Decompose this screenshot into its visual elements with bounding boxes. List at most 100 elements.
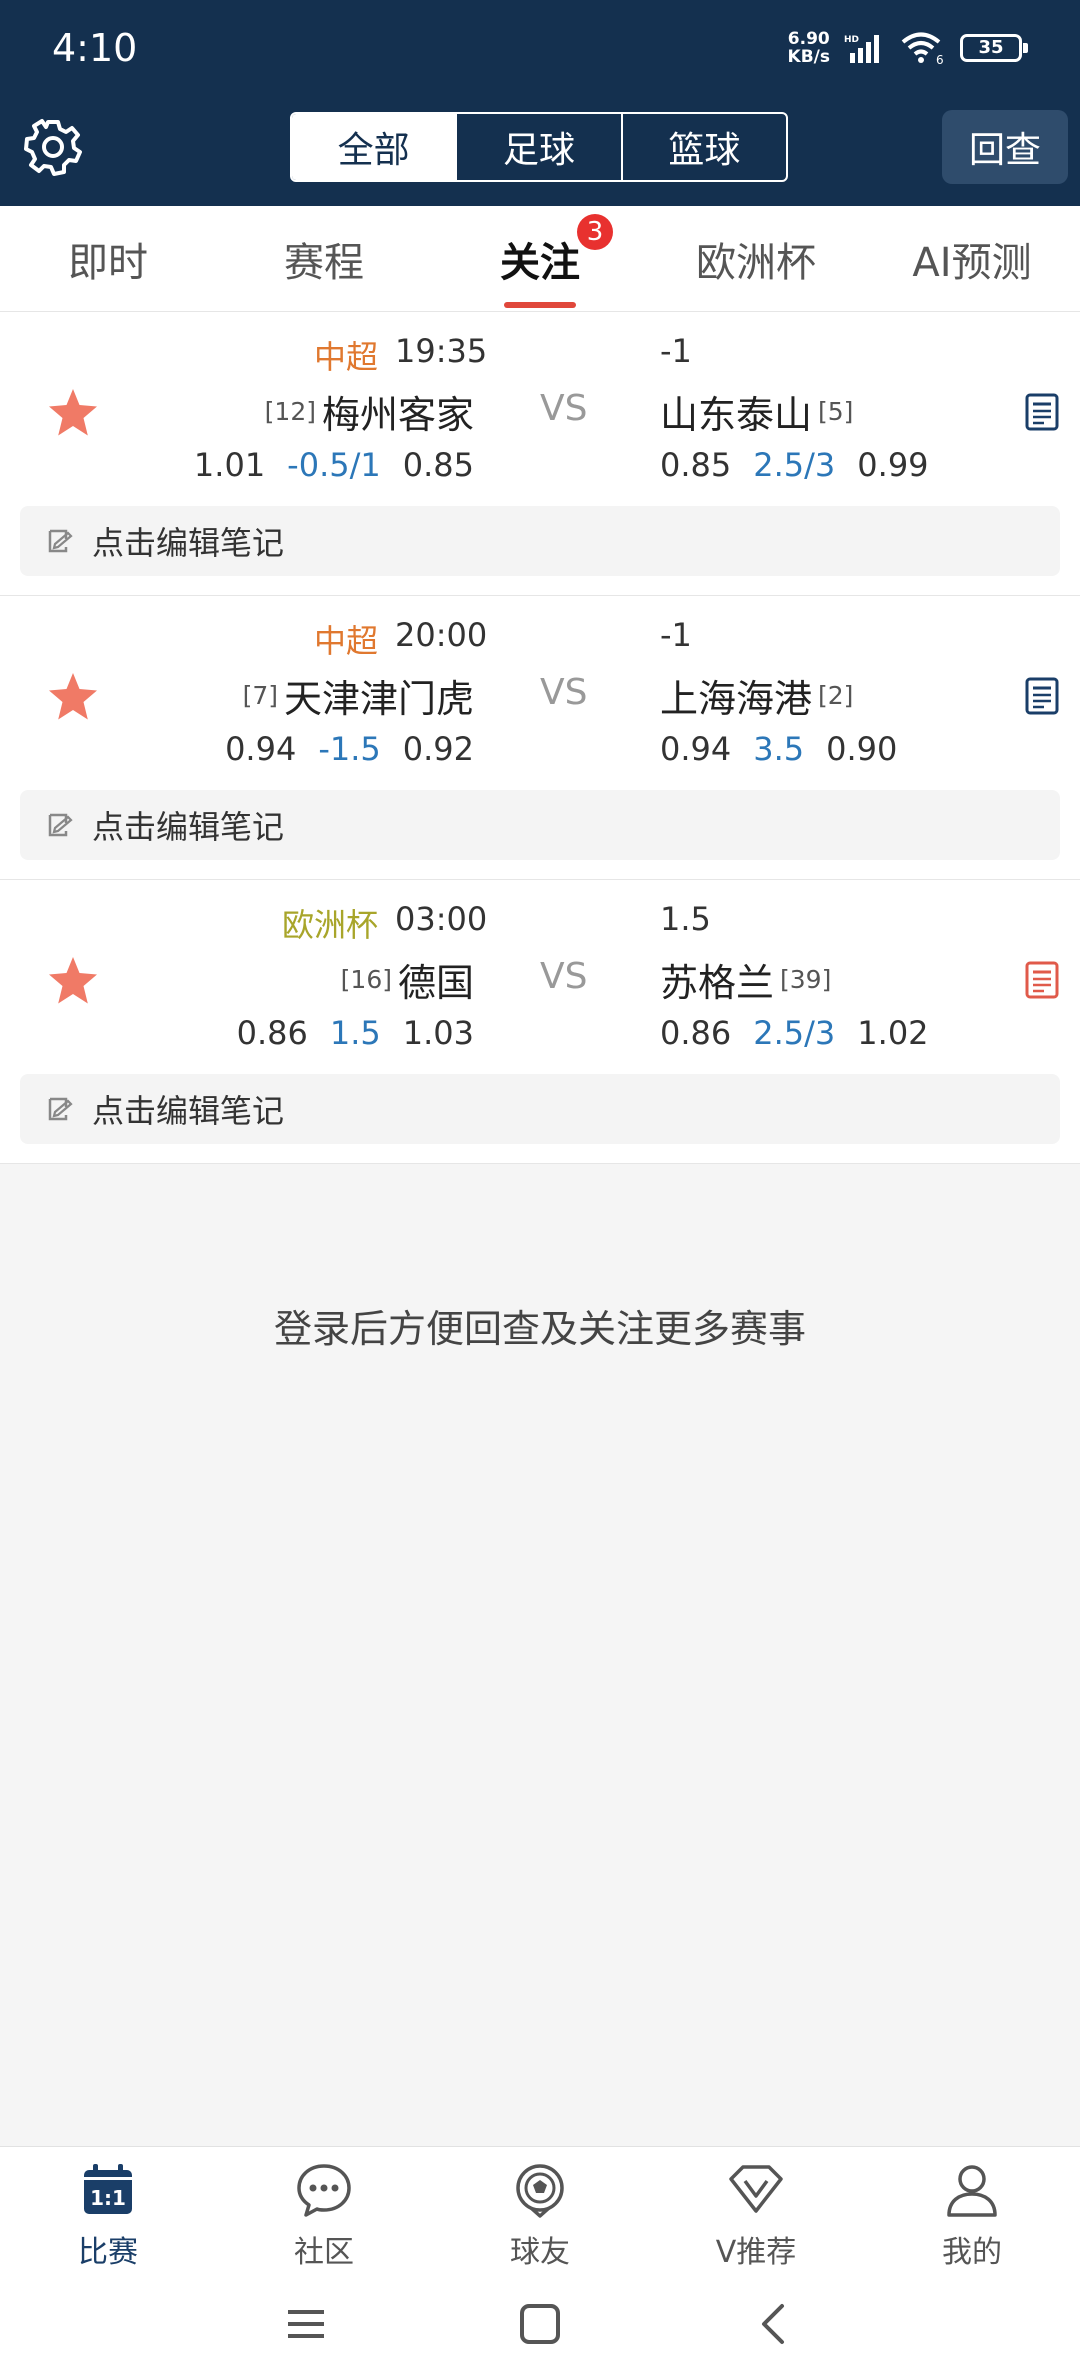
tab-label: 欧洲杯 [696,240,816,286]
nav-label: 社区 [294,2235,354,2270]
calendar-icon: 1:1 [84,2164,132,2214]
tab-ai-prediction[interactable]: AI预测 [864,206,1080,312]
gear-icon[interactable] [22,115,84,177]
tab-active-indicator [504,302,576,308]
odds-value: 0.92 [402,730,474,768]
tab-follow[interactable]: 关注 3 [432,206,648,312]
away-rank: [5] [818,397,854,426]
vs-label: VS [540,956,588,997]
match-card[interactable]: 中超 19:35 -1 [12] 梅州客家 VS 山东泰山 [5] 1.01 -… [0,312,1080,596]
segment-all[interactable]: 全部 [292,114,458,180]
nav-matches[interactable]: 1:1 比赛 [0,2161,216,2271]
net-speed-value: 6.90 [787,29,830,49]
user-icon [947,2165,997,2217]
nav-friends[interactable]: 球友 [432,2161,648,2271]
home-team-name: 德国 [397,961,474,1005]
nav-v-recommend[interactable]: V推荐 [648,2161,864,2271]
league-name: 欧洲杯 [281,906,378,944]
edit-note-icon [48,529,73,553]
odds-line: 3.5 [753,730,805,768]
home-team-name: 梅州客家 [321,393,474,437]
menu-icon[interactable] [276,2294,336,2354]
nav-label: 球友 [510,2235,570,2270]
nav-label: 我的 [942,2235,1002,2270]
vs-label: VS [540,388,588,429]
back-icon[interactable] [744,2294,804,2354]
odds-line: -0.5/1 [287,446,381,484]
odds-value: 1.01 [193,446,266,484]
handicap-value: -1 [660,616,692,654]
analysis-doc-icon[interactable] [1024,676,1060,716]
review-button[interactable]: 回查 [942,110,1068,184]
odds-value: 0.86 [236,1014,308,1052]
away-team: 上海海港 [2] [660,668,853,723]
analysis-doc-icon[interactable] [1024,960,1060,1000]
home-team: [16] 德国 [341,952,474,1007]
status-icons: 6.90 KB/s HD 6 35 [787,29,1028,66]
edit-note-icon [48,813,73,837]
nav-profile[interactable]: 我的 [864,2161,1080,2271]
match-card[interactable]: 欧洲杯 03:00 1.5 [16] 德国 VS 苏格兰 [39] 0.86 1… [0,880,1080,1164]
edit-note-label: 点击编辑笔记 [92,1092,285,1130]
handicap-value: -1 [660,332,692,370]
battery-indicator: 35 [960,34,1028,62]
nav-label: V推荐 [715,2235,797,2270]
odds-line: 2.5/3 [753,1014,836,1052]
home-rank: [12] [264,397,316,426]
odds-line: 1.5 [329,1014,381,1052]
wifi-icon: 6 [901,32,944,65]
match-list: 中超 19:35 -1 [12] 梅州客家 VS 山东泰山 [5] 1.01 -… [0,312,1080,1164]
tab-label: 赛程 [284,240,364,286]
edit-note-label: 点击编辑笔记 [92,808,285,846]
home-team: [12] 梅州客家 [265,384,474,439]
app-header: 4:10 6.90 KB/s HD 6 35 全部 足球 篮球 回查 [0,0,1080,206]
home-square-icon[interactable] [510,2294,570,2354]
away-rank: [39] [780,965,832,994]
diamond-icon [729,2165,783,2213]
login-hint[interactable]: 登录后方便回查及关注更多赛事 [0,1298,1080,1353]
away-team-name: 上海海港 [660,677,813,721]
edit-note-button[interactable]: 点击编辑笔记 [20,1074,1060,1144]
vs-label: VS [540,672,588,713]
odds-line: 2.5/3 [753,446,836,484]
edit-note-button[interactable]: 点击编辑笔记 [20,506,1060,576]
follow-count-badge: 3 [577,214,613,250]
odds-value: 0.94 [225,730,297,768]
handicap-value: 1.5 [660,900,711,938]
odds-value: 0.85 [660,446,732,484]
tab-euro-cup[interactable]: 欧洲杯 [648,206,864,312]
asian-handicap-odds: 0.86 1.5 1.03 [237,1014,474,1052]
segment-basketball[interactable]: 篮球 [623,114,786,180]
nav-label: 比赛 [78,2235,138,2270]
match-card[interactable]: 中超 20:00 -1 [7] 天津津门虎 VS 上海海港 [2] 0.94 -… [0,596,1080,880]
edit-note-button[interactable]: 点击编辑笔记 [20,790,1060,860]
odds-value: 0.99 [857,446,929,484]
over-under-odds: 0.85 2.5/3 0.99 [660,446,929,484]
calendar-icon-text: 1:1 [90,2186,126,2210]
bottom-nav: 1:1 比赛 社区 球友 V推荐 我的 [0,2146,1080,2274]
over-under-odds: 0.94 3.5 0.90 [660,730,897,768]
kickoff-time: 19:35 [395,332,488,370]
status-time: 4:10 [52,26,138,70]
league-name: 中超 [313,338,378,376]
segment-football[interactable]: 足球 [457,114,623,180]
edit-note-icon [48,1097,73,1121]
odds-value: 0.90 [826,730,898,768]
tab-live[interactable]: 即时 [0,206,216,312]
tab-schedule[interactable]: 赛程 [216,206,432,312]
tab-label: 关注 [500,240,580,286]
star-icon[interactable] [46,386,100,440]
svg-text:6: 6 [936,53,944,65]
status-bar: 4:10 6.90 KB/s HD 6 35 [0,0,1080,100]
edit-note-label: 点击编辑笔记 [92,524,285,562]
main-tabs: 即时 赛程 关注 3 欧洲杯 AI预测 [0,206,1080,312]
odds-value: 0.86 [660,1014,732,1052]
home-team-name: 天津津门虎 [283,677,474,721]
odds-value: 1.03 [402,1014,474,1052]
star-icon[interactable] [46,670,100,724]
chat-icon [297,2164,351,2217]
analysis-doc-icon[interactable] [1024,392,1060,432]
nav-community[interactable]: 社区 [216,2161,432,2271]
star-icon[interactable] [46,954,100,1008]
kickoff-time: 03:00 [395,900,488,938]
